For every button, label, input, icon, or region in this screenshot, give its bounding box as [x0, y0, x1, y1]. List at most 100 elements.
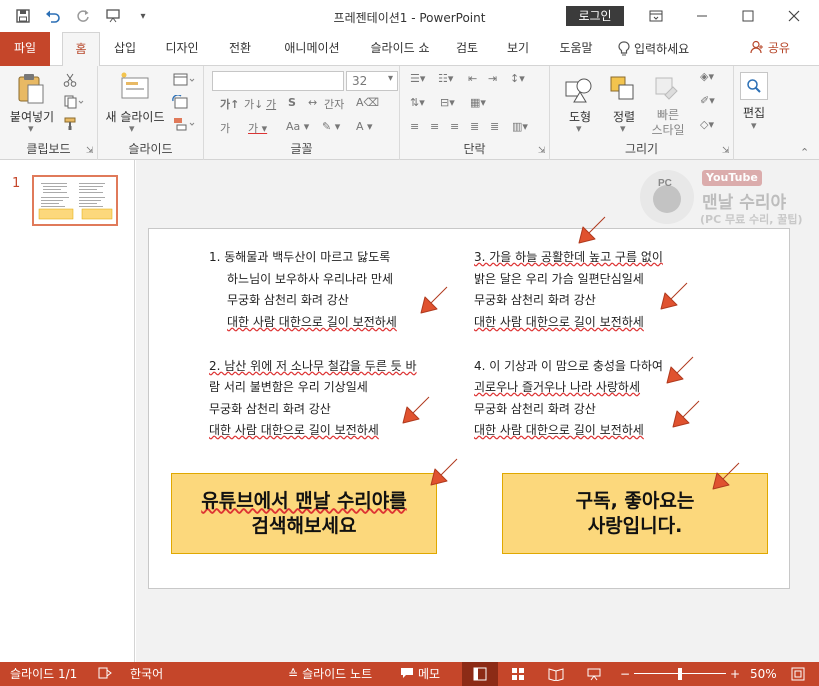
tab-review[interactable]: 검토 [452, 32, 482, 66]
paste-icon[interactable] [14, 72, 48, 106]
drawing-launcher-icon[interactable]: ⇲ [722, 146, 730, 156]
verse4-line4[interactable]: 대한 사람 대한으로 길이 보전하세 [474, 420, 644, 442]
redo-icon[interactable] [68, 0, 98, 32]
zoom-in-icon[interactable]: + [730, 662, 740, 686]
grow-font-icon[interactable]: 가↑ [220, 96, 239, 112]
quick-styles-icon[interactable] [650, 72, 684, 106]
align-right-icon[interactable]: ≡ [450, 120, 459, 133]
tab-design[interactable]: 디자인 [158, 32, 206, 66]
section-icon[interactable] [172, 116, 196, 132]
verse1-line3[interactable]: 무궁화 삼천리 화려 강산 [227, 290, 349, 312]
verse3-line3[interactable]: 무궁화 삼천리 화려 강산 [474, 290, 596, 312]
hanja-icon[interactable]: 간자 [324, 96, 344, 112]
normal-view-icon[interactable] [462, 662, 498, 686]
smartart-icon[interactable]: ▦▾ [470, 96, 486, 109]
shrink-font-icon[interactable]: 가↓ [244, 96, 263, 112]
decrease-indent-icon[interactable]: ⇤ [468, 72, 477, 85]
verse3-line4[interactable]: 대한 사람 대한으로 길이 보전하세 [474, 312, 644, 334]
slideshow-view-icon[interactable] [584, 662, 604, 686]
fit-to-window-icon[interactable] [788, 662, 808, 686]
copy-icon[interactable] [62, 94, 86, 110]
reset-slide-icon[interactable] [172, 94, 188, 110]
font-name-field[interactable] [212, 71, 344, 91]
editing-dropdown-icon[interactable]: ▾ [751, 119, 757, 132]
clipboard-launcher-icon[interactable]: ⇲ [86, 146, 94, 156]
justify-icon[interactable]: ≣ [470, 120, 479, 133]
login-button[interactable]: 로그인 [566, 6, 624, 26]
tab-help[interactable]: 도움말 [554, 32, 598, 66]
underline-icon[interactable]: 가 [266, 96, 276, 112]
line-spacing-icon[interactable]: ↕▾ [510, 72, 525, 85]
share-button[interactable]: 공유 [750, 32, 790, 66]
verse3-line1[interactable]: 3. 가을 하늘 공활한데 높고 구름 없이 [474, 247, 663, 269]
font-size-dropdown-icon[interactable]: ▾ [388, 73, 393, 84]
bold-icon[interactable]: 가 [220, 120, 230, 136]
slide-canvas[interactable]: 1. 동해물과 백두산이 마르고 닳도록 하느님이 보우하사 우리나라 만세 무… [148, 216, 790, 589]
arrange-icon[interactable] [606, 72, 640, 106]
minimize-icon[interactable] [679, 0, 725, 32]
case-icon[interactable]: Aa ▾ [286, 120, 309, 133]
new-slide-dropdown-icon[interactable]: ▾ [129, 122, 135, 135]
reading-view-icon[interactable] [546, 662, 566, 686]
slide-editing-area[interactable]: 1. 동해물과 백두산이 마르고 닳도록 하느님이 보우하사 우리나라 만세 무… [136, 160, 819, 662]
text-effect-icon[interactable]: A ▾ [356, 120, 373, 133]
verse2-line1[interactable]: 2. 남산 위에 저 소나무 철갑을 두른 듯 바 [209, 356, 417, 378]
columns-icon[interactable]: ▥▾ [512, 120, 528, 133]
verse4-line1[interactable]: 4. 이 기상과 이 맘으로 충성을 다하여 [474, 356, 663, 378]
increase-indent-icon[interactable]: ⇥ [488, 72, 497, 85]
layout-icon[interactable] [172, 72, 196, 88]
presentation-icon[interactable] [98, 0, 128, 32]
bullets-icon[interactable]: ☰▾ [410, 72, 425, 85]
verse3-line2[interactable]: 밝은 달은 우리 가슴 일편단심일세 [474, 269, 644, 291]
arrange-dropdown-icon[interactable]: ▾ [620, 122, 626, 135]
distributed-icon[interactable]: ≣ [490, 120, 499, 133]
new-slide-label[interactable]: 새 슬라이드 [100, 108, 170, 125]
zoom-level[interactable]: 50% [750, 662, 777, 686]
font-color-icon[interactable]: 가 ▾ [248, 120, 267, 136]
tab-slideshow[interactable]: 슬라이드 쇼 [362, 32, 438, 66]
cta-box-left[interactable]: 유튜브에서 맨날 수리야를 검색해보세요 [171, 473, 437, 554]
zoom-slider[interactable] [634, 662, 726, 686]
paste-dropdown-icon[interactable]: ▾ [28, 122, 34, 135]
undo-icon[interactable] [38, 0, 68, 32]
tab-file[interactable]: 파일 [0, 32, 50, 66]
verse2-line3[interactable]: 무궁화 삼천리 화려 강산 [209, 399, 331, 421]
paragraph-launcher-icon[interactable]: ⇲ [538, 146, 546, 156]
verse1-line2[interactable]: 하느님이 보우하사 우리나라 만세 [227, 269, 393, 291]
tab-transitions[interactable]: 전환 [222, 32, 258, 66]
tell-me-search[interactable]: 입력하세요 [618, 32, 708, 66]
slide-sorter-icon[interactable] [508, 662, 528, 686]
zoom-out-icon[interactable]: − [620, 662, 630, 686]
shape-fill-icon[interactable]: ◈▾ [700, 70, 714, 83]
shape-effects-icon[interactable]: ◇▾ [700, 118, 714, 131]
verse1-line4[interactable]: 대한 사람 대한으로 길이 보전하세 [227, 312, 397, 334]
text-direction-icon[interactable]: ⇅▾ [410, 96, 425, 109]
language-indicator[interactable]: 한국어 [130, 662, 163, 686]
accessibility-icon[interactable] [98, 662, 112, 686]
collapse-ribbon-icon[interactable]: ⌃ [800, 146, 809, 159]
tab-insert[interactable]: 삽입 [108, 32, 142, 66]
verse2-line4[interactable]: 대한 사람 대한으로 길이 보전하세 [209, 420, 379, 442]
font-size-field[interactable]: 32 ▾ [346, 71, 398, 91]
verse4-line2[interactable]: 괴로우나 즐거우나 나라 사랑하세 [474, 377, 640, 399]
shapes-icon[interactable] [562, 72, 596, 106]
char-spacing-icon[interactable]: ↔ [308, 96, 317, 109]
ribbon-display-icon[interactable] [633, 0, 679, 32]
highlight-icon[interactable]: ✎ ▾ [322, 120, 340, 133]
close-icon[interactable] [771, 0, 817, 32]
cut-icon[interactable] [62, 72, 78, 88]
slide-thumbnail[interactable] [32, 175, 118, 226]
notes-button[interactable]: ≙ 슬라이드 노트 [288, 662, 372, 686]
align-center-icon[interactable]: ≡ [430, 120, 439, 133]
maximize-icon[interactable] [725, 0, 771, 32]
shapes-dropdown-icon[interactable]: ▾ [576, 122, 582, 135]
save-icon[interactable] [8, 0, 38, 32]
tab-view[interactable]: 보기 [503, 32, 533, 66]
verse1-line1[interactable]: 1. 동해물과 백두산이 마르고 닳도록 [209, 247, 390, 269]
numbering-icon[interactable]: ☷▾ [438, 72, 453, 85]
verse4-line3[interactable]: 무궁화 삼천리 화려 강산 [474, 399, 596, 421]
verse2-line2[interactable]: 람 서리 불변함은 우리 기상일세 [209, 377, 368, 399]
new-slide-icon[interactable] [118, 70, 152, 104]
align-text-icon[interactable]: ⊟▾ [440, 96, 455, 109]
clear-format-icon[interactable]: A⌫ [356, 96, 379, 109]
